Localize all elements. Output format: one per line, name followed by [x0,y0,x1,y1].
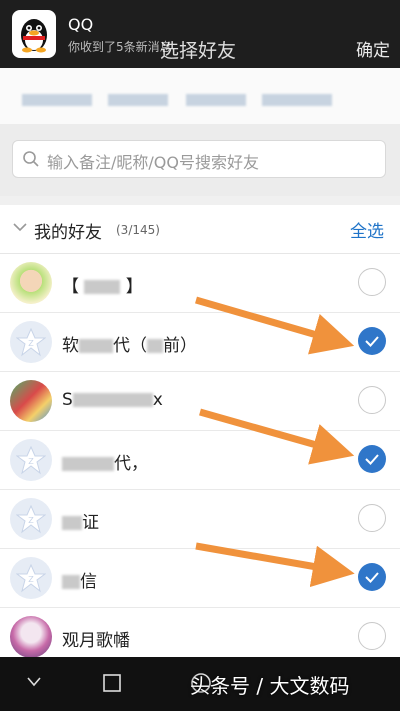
friend-row[interactable]: Z 证 [0,490,400,549]
svg-text:Z: Z [28,457,34,466]
qq-penguin-icon [12,10,56,58]
select-checkbox[interactable] [358,327,386,355]
default-avatar-icon: Z [10,321,52,363]
select-checkbox[interactable] [358,504,386,532]
avatar [10,616,52,658]
chevron-down-icon [13,223,27,232]
friend-name: 证 [62,508,99,533]
avatar [10,380,52,422]
search-area: 输入备注/昵称/QQ号搜索好友 [0,124,400,196]
notification-message: 你收到了5条新消息 [68,40,172,54]
svg-text:Z: Z [28,516,34,525]
friend-name: 观月歌幡 [62,631,130,651]
default-avatar-icon: Z [10,498,52,540]
friend-name: 软代（ 前） [62,336,197,356]
group-count: (3/145) [116,223,160,237]
checkmark-icon [365,454,379,465]
friend-row[interactable]: Z 信 [0,549,400,608]
notification-banner[interactable]: QQ 你收到了5条新消息 选择好友 确定 [0,0,400,68]
selected-chip [186,94,246,106]
select-all-button[interactable]: 全选 [350,217,384,242]
svg-text:Z: Z [28,575,34,584]
selected-chip [22,94,92,106]
selected-chip [108,94,168,106]
svg-text:Z: Z [28,339,34,348]
default-avatar-icon: Z [10,557,52,599]
checkmark-icon [365,572,379,583]
group-title: 我的好友 [34,223,102,243]
select-checkbox[interactable] [358,622,386,650]
friend-name: 信 [62,567,97,592]
search-placeholder: 输入备注/昵称/QQ号搜索好友 [47,153,259,172]
friend-list: 【 】 Z 软代（ 前） Sx Z 代， Z 证 Z 信 观月歌幡 [0,254,400,667]
search-input[interactable]: 输入备注/昵称/QQ号搜索好友 [12,140,386,178]
friend-name: Sx [62,390,163,410]
friend-name: 代， [62,449,148,474]
select-checkbox[interactable] [358,563,386,591]
selected-chip [262,94,332,106]
select-checkbox[interactable] [358,268,386,296]
friend-group-header[interactable]: 我的好友 (3/145) 全选 [0,205,400,254]
friend-row[interactable]: 【 】 [0,254,400,313]
hide-keyboard-icon[interactable] [26,675,42,689]
confirm-button[interactable]: 确定 [356,36,390,61]
watermark: 头条号 / 大文数码 [190,674,350,698]
friend-row[interactable]: Z 软代（ 前） [0,313,400,372]
friend-name: 【 】 [62,277,143,297]
default-avatar-icon: Z [10,439,52,481]
search-icon [23,151,39,167]
friend-row[interactable]: Z 代， [0,431,400,490]
page-title: 选择好友 [160,40,237,62]
recent-apps-icon[interactable] [102,673,122,693]
select-checkbox[interactable] [358,445,386,473]
select-checkbox[interactable] [358,386,386,414]
avatar [10,262,52,304]
notification-app-name: QQ [68,15,94,34]
checkmark-icon [365,336,379,347]
friend-row[interactable]: Sx [0,372,400,431]
